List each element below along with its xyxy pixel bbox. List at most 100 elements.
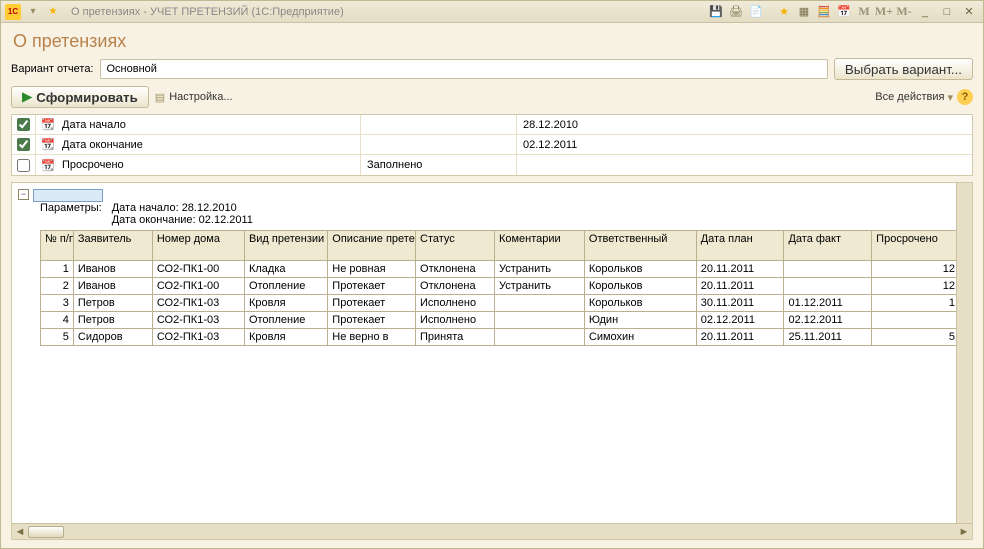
column-header[interactable]: Дата факт bbox=[784, 231, 872, 261]
table-cell: 4 bbox=[41, 312, 74, 329]
variant-value: Основной bbox=[107, 63, 157, 75]
play-icon: ▶ bbox=[22, 89, 32, 105]
filter-condition[interactable]: Заполнено bbox=[360, 155, 516, 175]
filter-row: 📆Дата окончание 02.12.2011 bbox=[12, 135, 972, 155]
table-cell: СО2-ПК1-03 bbox=[152, 329, 244, 346]
settings-icon: ▤ bbox=[155, 91, 165, 104]
calc-icon[interactable]: 🧮 bbox=[815, 4, 833, 20]
calendar-icon[interactable]: 📅 bbox=[835, 4, 853, 20]
params-line2: Дата окончание: 02.12.2011 bbox=[112, 214, 253, 226]
filter-label: Дата окончание bbox=[60, 135, 360, 154]
m-button[interactable]: M bbox=[855, 4, 873, 20]
minimize-icon[interactable]: _ bbox=[915, 5, 935, 19]
settings-button[interactable]: ▤ Настройка... bbox=[155, 91, 233, 104]
collapse-icon[interactable]: − bbox=[18, 189, 29, 200]
close-icon[interactable]: ✕ bbox=[959, 5, 979, 19]
table-cell: 02.12.2011 bbox=[696, 312, 784, 329]
filter-row: 📆Дата начало28.12.2010 bbox=[12, 115, 972, 135]
table-row[interactable]: 3ПетровСО2-ПК1-03КровляПротекаетИсполнен… bbox=[41, 295, 960, 312]
filter-condition[interactable] bbox=[360, 115, 516, 134]
filter-condition[interactable] bbox=[360, 135, 516, 154]
table-cell: Отклонена bbox=[416, 261, 495, 278]
chevron-down-icon: ▾ bbox=[947, 91, 953, 104]
column-header[interactable]: Номер дома bbox=[152, 231, 244, 261]
table-cell: Юдин bbox=[584, 312, 696, 329]
filter-value[interactable]: 02.12.2011 bbox=[516, 135, 972, 154]
table-cell: 20.11.2011 bbox=[696, 278, 784, 295]
table-cell: Кровля bbox=[244, 329, 327, 346]
table-row[interactable]: 2ИвановСО2-ПК1-00ОтоплениеПротекаетОткло… bbox=[41, 278, 960, 295]
star-icon[interactable]: ★ bbox=[775, 4, 793, 20]
table-cell: 01.12.2011 bbox=[784, 295, 872, 312]
column-header[interactable]: № п/п bbox=[41, 231, 74, 261]
vertical-scrollbar[interactable] bbox=[956, 183, 972, 523]
params-title: Параметры: bbox=[40, 202, 102, 226]
table-cell: 5 bbox=[872, 329, 960, 346]
filter-checkbox[interactable] bbox=[17, 159, 30, 172]
table-cell: Иванов bbox=[73, 278, 152, 295]
table-row[interactable]: 4ПетровСО2-ПК1-03ОтоплениеПротекаетИспол… bbox=[41, 312, 960, 329]
table-row[interactable]: 5СидоровСО2-ПК1-03КровляНе верно вПринят… bbox=[41, 329, 960, 346]
table-cell: Кровля bbox=[244, 295, 327, 312]
filter-panel: 📆Дата начало28.12.2010📆Дата окончание 02.… bbox=[11, 114, 973, 176]
page-title: О претензиях bbox=[13, 31, 973, 52]
table-cell: 25.11.2011 bbox=[784, 329, 872, 346]
m-plus-button[interactable]: M+ bbox=[875, 4, 893, 20]
scroll-left-icon[interactable]: ◄ bbox=[12, 525, 28, 539]
variant-field[interactable]: Основной bbox=[100, 59, 828, 79]
column-header[interactable]: Ответственный bbox=[584, 231, 696, 261]
table-cell: Петров bbox=[73, 295, 152, 312]
table-cell bbox=[494, 295, 584, 312]
m-minus-button[interactable]: M- bbox=[895, 4, 913, 20]
save-icon[interactable]: 💾 bbox=[707, 4, 725, 20]
filter-value[interactable] bbox=[516, 155, 972, 175]
filter-checkbox[interactable] bbox=[17, 138, 30, 151]
choose-variant-button[interactable]: Выбрать вариант... bbox=[834, 58, 973, 80]
column-header[interactable]: Статус bbox=[416, 231, 495, 261]
table-cell bbox=[494, 329, 584, 346]
table-cell bbox=[784, 278, 872, 295]
table-cell: Петров bbox=[73, 312, 152, 329]
column-header[interactable]: Просрочено bbox=[872, 231, 960, 261]
table-cell: 2 bbox=[41, 278, 74, 295]
column-header[interactable]: Дата план bbox=[696, 231, 784, 261]
print-icon[interactable]: 🖨 bbox=[727, 4, 745, 20]
column-header[interactable]: Вид претензии bbox=[244, 231, 327, 261]
copy-icon[interactable]: 📄 bbox=[747, 4, 765, 20]
table-row[interactable]: 1ИвановСО2-ПК1-00КладкаНе ровнаяОтклонен… bbox=[41, 261, 960, 278]
favorite-icon[interactable]: ★ bbox=[45, 4, 61, 20]
table-cell: Сидоров bbox=[73, 329, 152, 346]
table-cell: Отклонена bbox=[416, 278, 495, 295]
calendar-small-icon: 📆 bbox=[36, 135, 60, 154]
scrollbar-thumb[interactable] bbox=[28, 526, 64, 538]
calendar-small-icon: 📆 bbox=[36, 115, 60, 134]
scroll-right-icon[interactable]: ► bbox=[956, 525, 972, 539]
table-cell: Корольков bbox=[584, 261, 696, 278]
window-title: О претензиях - УЧЕТ ПРЕТЕНЗИЙ (1С:Предпр… bbox=[71, 6, 344, 18]
horizontal-scrollbar[interactable]: ◄ ► bbox=[12, 523, 972, 539]
table-cell: 5 bbox=[41, 329, 74, 346]
column-header[interactable]: Описание претензии bbox=[328, 231, 416, 261]
data-table: № п/пЗаявительНомер домаВид претензииОпи… bbox=[40, 230, 960, 346]
column-header[interactable]: Заявитель bbox=[73, 231, 152, 261]
column-header[interactable]: Коментарии bbox=[494, 231, 584, 261]
table-cell: 12 bbox=[872, 261, 960, 278]
result-area: − Параметры: Дата начало: 28.12.2010 Дат… bbox=[11, 182, 973, 540]
table-cell: Протекает bbox=[328, 312, 416, 329]
filter-value[interactable]: 28.12.2010 bbox=[516, 115, 972, 134]
table-cell: 1 bbox=[872, 295, 960, 312]
form-button[interactable]: ▶ Сформировать bbox=[11, 86, 149, 108]
all-actions-button[interactable]: Все действия ▾ bbox=[875, 91, 953, 104]
filter-checkbox[interactable] bbox=[17, 118, 30, 131]
table-cell: Корольков bbox=[584, 278, 696, 295]
table-cell: 3 bbox=[41, 295, 74, 312]
restore-icon[interactable]: □ bbox=[937, 5, 957, 19]
table-cell: СО2-ПК1-03 bbox=[152, 295, 244, 312]
table-cell: 12 bbox=[872, 278, 960, 295]
dropdown-icon[interactable]: ▾ bbox=[25, 4, 41, 20]
table-cell: Отопление bbox=[244, 278, 327, 295]
selection-box[interactable] bbox=[33, 189, 103, 202]
table-cell: СО2-ПК1-00 bbox=[152, 278, 244, 295]
grid-icon[interactable]: ▦ bbox=[795, 4, 813, 20]
help-icon[interactable]: ? bbox=[957, 89, 973, 105]
